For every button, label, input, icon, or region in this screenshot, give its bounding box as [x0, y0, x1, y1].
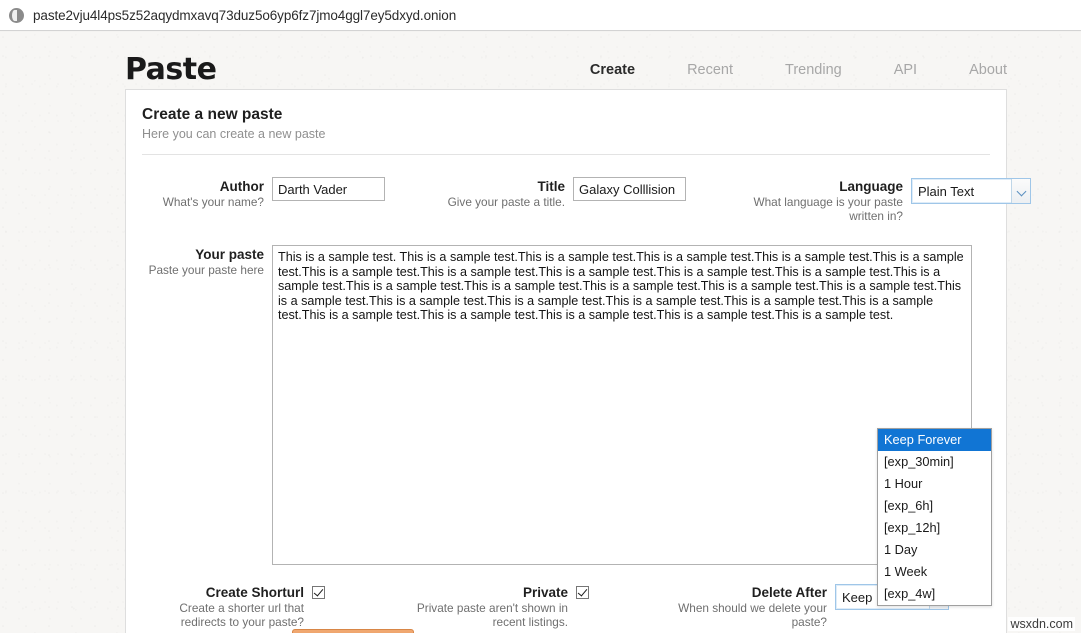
nav-item-about[interactable]: About [969, 62, 1007, 78]
dropdown-option-1-week[interactable]: 1 Week [878, 561, 991, 583]
paste-label-group: Your paste Paste your paste here [144, 245, 264, 277]
shorturl-hint-line2: redirects to your paste? [144, 615, 304, 629]
shorturl-label: Create Shorturl [144, 585, 304, 601]
shorturl-label-group: Create Shorturl Create a shorter url tha… [144, 583, 304, 629]
title-input[interactable] [573, 177, 686, 201]
paste-label: Your paste [144, 247, 264, 263]
delete-after-hint-line2: paste? [657, 615, 827, 629]
nav-item-trending[interactable]: Trending [785, 62, 842, 78]
private-label-group: Private Private paste aren't shown in re… [393, 583, 568, 629]
field-shorturl: Create Shorturl Create a shorter url tha… [144, 583, 325, 629]
dropdown-option-1-day[interactable]: 1 Day [878, 539, 991, 561]
field-private: Private Private paste aren't shown in re… [393, 583, 589, 629]
private-label: Private [393, 585, 568, 601]
field-author: Author What's your name? [144, 177, 385, 209]
author-label: Author [144, 179, 264, 195]
form-row-paste: Your paste Paste your paste here This is… [126, 245, 1006, 565]
dropdown-option-1-hour[interactable]: 1 Hour [878, 473, 991, 495]
delete-after-hint-line1: When should we delete your [657, 601, 827, 615]
nav-item-api[interactable]: API [894, 62, 917, 78]
title-hint: Give your paste a title. [445, 195, 565, 209]
field-language: Language What language is your paste wri… [738, 177, 1031, 223]
delete-after-label: Delete After [657, 585, 827, 601]
site-logo[interactable]: Paste [125, 55, 216, 85]
create-paste-panel: Create a new paste Here you can create a… [125, 89, 1007, 633]
main-navigation: Create Recent Trending API About [538, 62, 1007, 78]
page-subtitle: Here you can create a new paste [142, 127, 990, 141]
title-label: Title [445, 179, 565, 195]
paste-textarea[interactable]: This is a sample test. This is a sample … [272, 245, 972, 565]
language-label: Language [738, 179, 903, 195]
author-input[interactable] [272, 177, 385, 201]
url-text[interactable]: paste2vju4l4ps5z52aqydmxavq73duz5o6yp6fz… [33, 8, 456, 23]
delete-after-label-group: Delete After When should we delete your … [657, 583, 827, 629]
language-label-group: Language What language is your paste wri… [738, 177, 903, 223]
chevron-down-icon[interactable] [1011, 179, 1030, 203]
submit-paste-button[interactable] [292, 629, 414, 633]
dropdown-option-exp-4w[interactable]: [exp_4w] [878, 583, 991, 605]
dropdown-option-keep-forever[interactable]: Keep Forever [878, 429, 991, 451]
page-canvas: Paste Create Recent Trending API About C… [0, 32, 1081, 633]
paste-hint: Paste your paste here [144, 263, 264, 277]
onion-icon [9, 8, 24, 23]
form-row-meta: Author What's your name? Title Give your… [126, 177, 1006, 223]
shorturl-checkbox[interactable] [312, 586, 325, 599]
browser-url-bar: paste2vju4l4ps5z52aqydmxavq73duz5o6yp6fz… [0, 0, 1081, 31]
title-label-group: Title Give your paste a title. [445, 177, 565, 209]
language-hint-line1: What language is your paste [738, 195, 903, 209]
dropdown-option-exp-6h[interactable]: [exp_6h] [878, 495, 991, 517]
dropdown-option-exp-12h[interactable]: [exp_12h] [878, 517, 991, 539]
nav-item-create[interactable]: Create [590, 62, 635, 78]
author-hint: What's your name? [144, 195, 264, 209]
watermark: wsxdn.com [1008, 617, 1075, 631]
divider [142, 154, 990, 155]
shorturl-hint-line1: Create a shorter url that [144, 601, 304, 615]
private-checkbox[interactable] [576, 586, 589, 599]
language-select[interactable]: Plain Text [911, 178, 1031, 204]
nav-item-recent[interactable]: Recent [687, 62, 733, 78]
private-hint-line2: recent listings. [393, 615, 568, 629]
form-row-options: Create Shorturl Create a shorter url tha… [126, 583, 1006, 629]
language-hint-line2: written in? [738, 209, 903, 223]
dropdown-option-exp-30min[interactable]: [exp_30min] [878, 451, 991, 473]
page-title: Create a new paste [142, 106, 990, 124]
private-hint-line1: Private paste aren't shown in [393, 601, 568, 615]
panel-header: Create a new paste Here you can create a… [126, 90, 1006, 155]
author-label-group: Author What's your name? [144, 177, 264, 209]
field-title: Title Give your paste a title. [445, 177, 686, 209]
delete-after-dropdown-list[interactable]: Keep Forever [exp_30min] 1 Hour [exp_6h]… [877, 428, 992, 606]
